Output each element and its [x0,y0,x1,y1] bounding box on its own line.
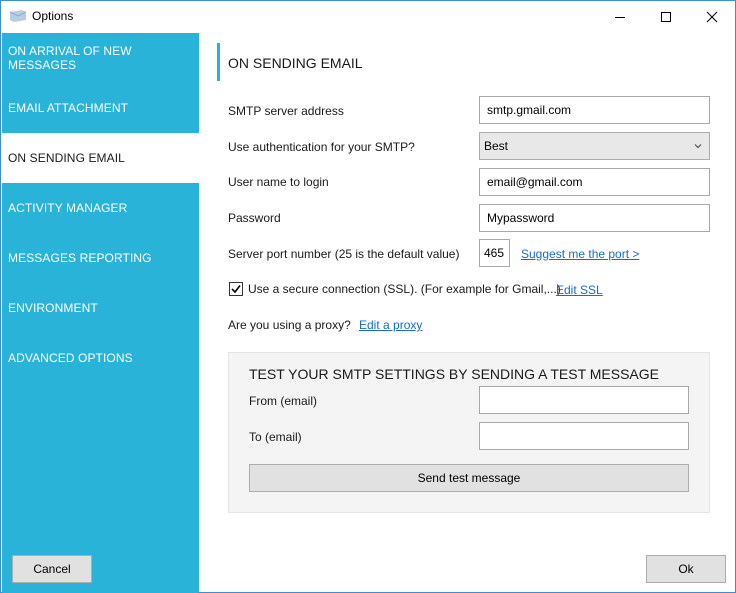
close-icon [706,11,718,22]
sidebar-item-reporting[interactable]: MESSAGES REPORTING [2,233,199,283]
edit-proxy-link[interactable]: Edit a proxy [359,318,422,332]
test-settings-title: TEST YOUR SMTP SETTINGS BY SENDING A TES… [249,366,659,382]
cancel-button[interactable]: Cancel [12,555,92,583]
envelope-icon [10,10,26,22]
sidebar-item-activity[interactable]: ACTIVITY MANAGER [2,183,199,233]
to-email-input[interactable] [479,422,689,450]
sidebar-item-sending[interactable]: ON SENDING EMAIL [2,133,199,183]
authentication-value: Best [484,139,509,153]
maximize-icon [661,11,671,22]
sidebar-item-arrival[interactable]: ON ARRIVAL OF NEW MESSAGES [2,33,199,83]
title-bar: Options [1,1,735,32]
close-button[interactable] [689,1,735,32]
authentication-label: Use authentication for your SMTP? [228,140,415,154]
minimize-icon [615,16,625,18]
window-title: Options [32,9,74,23]
minimize-button[interactable] [597,1,643,32]
sidebar-item-environment[interactable]: ENVIRONMENT [2,283,199,333]
options-window: Options ON ARRIVAL OF NEW MESSAGES EMAIL… [0,0,736,593]
password-input[interactable]: Mypassword [479,204,710,232]
send-test-message-button[interactable]: Send test message [249,464,689,492]
sidebar-item-advanced[interactable]: ADVANCED OPTIONS [2,333,199,383]
suggest-port-link[interactable]: Suggest me the port > [521,247,639,261]
sidebar: ON ARRIVAL OF NEW MESSAGES EMAIL ATTACHM… [2,33,199,593]
port-input[interactable]: 465 [479,239,510,267]
ok-button[interactable]: Ok [646,555,726,583]
password-label: Password [228,211,281,225]
username-input[interactable]: email@gmail.com [479,168,710,196]
authentication-select[interactable]: Best [479,132,710,160]
smtp-server-label: SMTP server address [228,104,344,118]
sidebar-item-attachment[interactable]: EMAIL ATTACHMENT [2,83,199,133]
from-email-input[interactable] [479,386,689,414]
to-email-label: To (email) [249,430,302,444]
checkmark-icon [231,285,241,294]
edit-ssl-link[interactable]: Edit SSL [556,283,603,297]
section-title: ON SENDING EMAIL [228,55,363,71]
port-label: Server port number (25 is the default va… [228,247,460,261]
maximize-button[interactable] [643,1,689,32]
proxy-label: Are you using a proxy? [228,318,351,332]
from-email-label: From (email) [249,394,317,408]
smtp-server-input[interactable]: smtp.gmail.com [479,96,710,124]
username-label: User name to login [228,175,329,189]
ssl-checkbox[interactable] [229,282,243,296]
chevron-down-icon [694,144,702,149]
section-accent-bar [217,43,220,81]
ssl-label: Use a secure connection (SSL). (For exam… [248,282,561,296]
